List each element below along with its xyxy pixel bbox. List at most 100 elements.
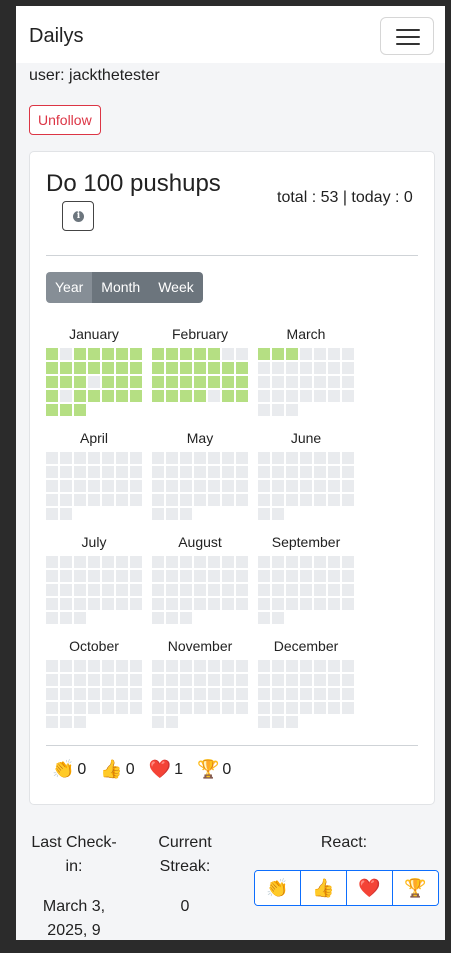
day-cell	[60, 348, 72, 360]
day-cell	[74, 348, 86, 360]
day-cell	[180, 452, 192, 464]
day-cell	[328, 452, 340, 464]
day-cell	[152, 480, 164, 492]
day-cell	[272, 376, 284, 388]
day-cell	[222, 660, 234, 672]
day-cell	[258, 702, 270, 714]
day-cell	[208, 376, 220, 388]
day-cell	[272, 348, 284, 360]
day-cell	[130, 390, 142, 402]
day-cell	[342, 452, 354, 464]
day-cell	[208, 688, 220, 700]
day-cell	[102, 494, 114, 506]
react-trophy-button[interactable]: 🏆	[393, 871, 438, 905]
day-cell	[286, 494, 298, 506]
day-cell	[116, 702, 128, 714]
day-cell	[152, 716, 164, 728]
day-cell	[328, 494, 340, 506]
day-cell	[166, 598, 178, 610]
month-february: February	[152, 324, 248, 402]
day-cell	[286, 390, 298, 402]
day-grid	[152, 348, 248, 402]
day-cell	[88, 598, 100, 610]
menu-toggle-button[interactable]	[380, 17, 434, 55]
day-cell	[46, 376, 58, 388]
day-cell	[46, 508, 58, 520]
day-cell	[236, 348, 248, 360]
view-toggle: Year Month Week	[46, 272, 203, 303]
day-cell	[60, 376, 72, 388]
react-heart-button[interactable]: ❤️	[347, 871, 393, 905]
view-option-week[interactable]: Week	[149, 272, 203, 303]
view-option-year[interactable]: Year	[46, 272, 93, 303]
day-cell	[314, 702, 326, 714]
brand-title[interactable]: Dailys	[29, 25, 83, 48]
day-cell	[166, 702, 178, 714]
day-cell	[300, 466, 312, 478]
month-name: September	[271, 534, 341, 550]
day-cell	[60, 556, 72, 568]
day-cell	[342, 376, 354, 388]
day-cell	[166, 348, 178, 360]
day-cell	[166, 480, 178, 492]
day-cell	[180, 702, 192, 714]
day-cell	[236, 466, 248, 478]
day-cell	[130, 466, 142, 478]
day-cell	[180, 466, 192, 478]
day-cell	[88, 584, 100, 596]
day-cell	[74, 584, 86, 596]
day-cell	[116, 584, 128, 596]
day-cell	[258, 404, 270, 416]
day-cell	[194, 376, 206, 388]
day-cell	[88, 376, 100, 388]
day-cell	[236, 480, 248, 492]
day-cell	[272, 480, 284, 492]
month-december: December	[258, 636, 354, 728]
react-button-group: 👏 👍 ❤️ 🏆	[254, 870, 439, 906]
last-checkin-label: Last Check-in:	[31, 834, 117, 875]
day-cell	[272, 612, 284, 624]
view-option-month[interactable]: Month	[92, 272, 150, 303]
day-cell	[116, 452, 128, 464]
day-cell	[272, 556, 284, 568]
day-cell	[236, 376, 248, 388]
day-cell	[74, 660, 86, 672]
day-cell	[328, 466, 340, 478]
day-cell	[116, 556, 128, 568]
day-cell	[258, 612, 270, 624]
reaction-clap: 👏 0	[52, 759, 86, 780]
day-cell	[272, 584, 284, 596]
day-cell	[60, 688, 72, 700]
month-october: October	[46, 636, 142, 728]
month-april: April	[46, 428, 142, 520]
day-cell	[180, 494, 192, 506]
goal-card: Do 100 pushups i total : 53 | today : 0 …	[29, 151, 435, 805]
day-cell	[116, 570, 128, 582]
react-clap-button[interactable]: 👏	[255, 871, 301, 905]
day-cell	[46, 674, 58, 686]
day-cell	[74, 702, 86, 714]
react-thumbs-up-button[interactable]: 👍	[301, 871, 347, 905]
day-cell	[236, 494, 248, 506]
day-cell	[314, 376, 326, 388]
day-cell	[300, 376, 312, 388]
day-cell	[286, 716, 298, 728]
day-cell	[258, 570, 270, 582]
unfollow-button[interactable]: Unfollow	[29, 105, 101, 135]
day-cell	[152, 570, 164, 582]
day-cell	[180, 556, 192, 568]
thumbs-up-icon: 👍	[312, 878, 335, 898]
day-cell	[180, 508, 192, 520]
heart-icon: ❤️	[148, 759, 172, 779]
goal-totals: total : 53 | today : 0	[277, 189, 413, 206]
day-cell	[194, 362, 206, 374]
day-cell	[258, 494, 270, 506]
day-cell	[130, 702, 142, 714]
day-cell	[88, 494, 100, 506]
day-cell	[74, 362, 86, 374]
day-cell	[258, 466, 270, 478]
info-button[interactable]: i	[62, 201, 94, 231]
day-cell	[152, 362, 164, 374]
day-cell	[328, 480, 340, 492]
clap-icon: 👏	[266, 878, 289, 898]
